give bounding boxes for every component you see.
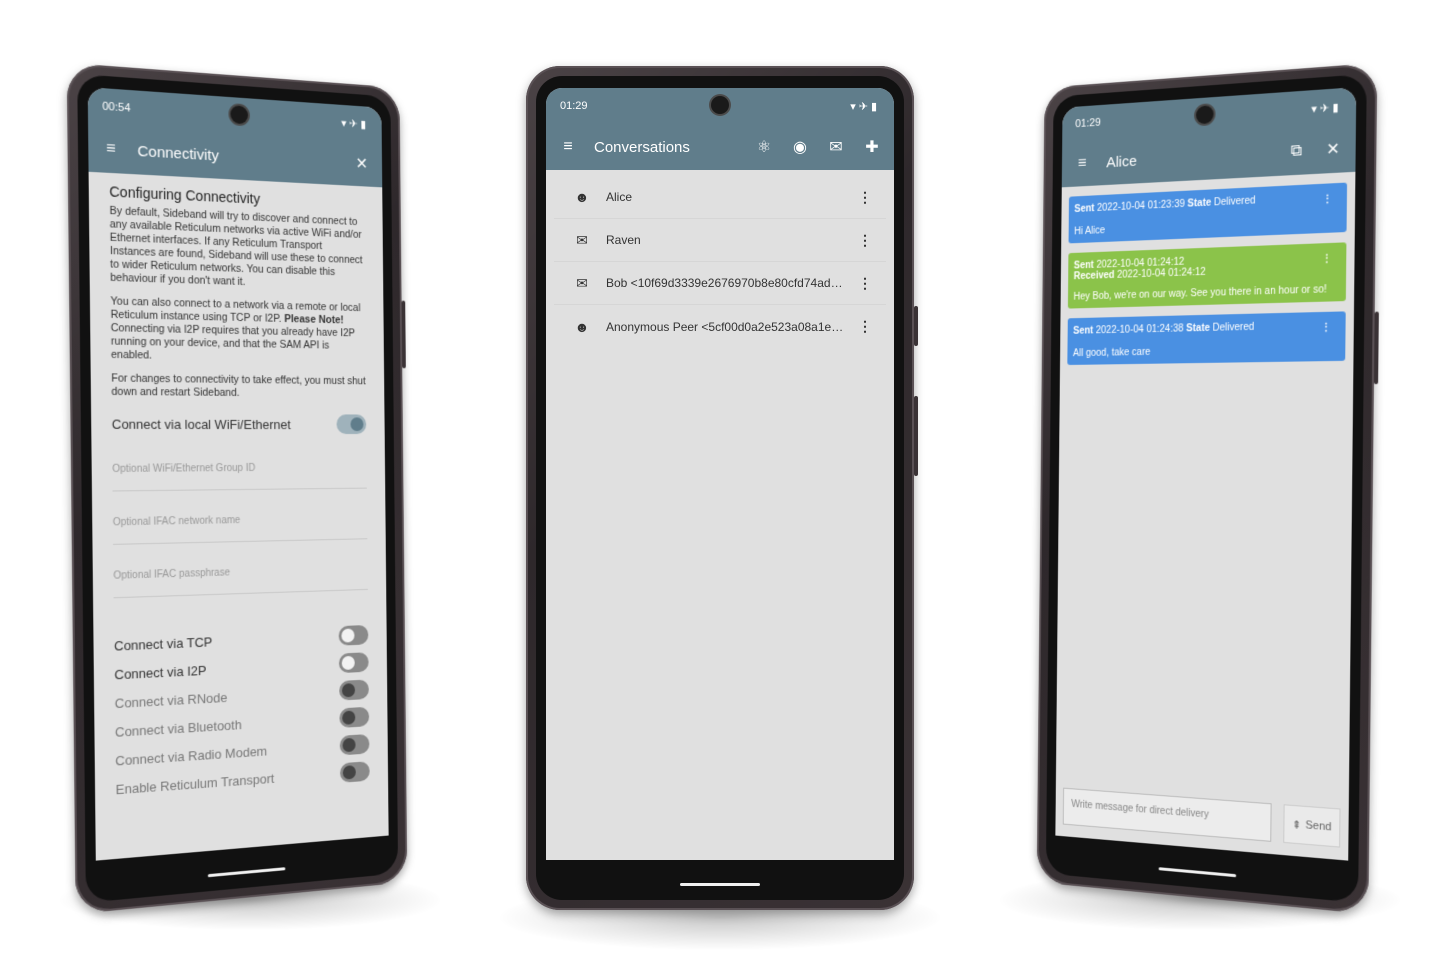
message-bubble-received[interactable]: Sent 2022-10-04 01:24:12 Received 2022-1… [1067,242,1347,309]
message-meta: Sent 2022-10-04 01:23:39 State Delivered [1074,195,1256,215]
transport-toggle[interactable] [339,761,370,783]
phone-middle: 01:29 ▾✈▮ ≡ Conversations ⚛ ◉ ✉ ✚ ☻ Alic… [526,66,918,910]
tcp-toggle-label: Connect via TCP [114,633,213,654]
camera-hole [230,105,249,125]
more-vert-icon[interactable]: ⋮ [858,318,872,335]
intro-paragraph: By default, Sideband will try to discove… [109,204,363,289]
sync-mail-icon[interactable]: ✉ [826,137,846,157]
camera-hole [1195,105,1214,125]
message-body: Hi Alice [1074,225,1106,238]
more-vert-icon[interactable]: ⋮ [858,275,872,292]
hamburger-menu-icon[interactable]: ≡ [558,138,578,156]
hamburger-menu-icon[interactable]: ≡ [101,139,122,159]
conversation-item[interactable]: ✉ Raven ⋮ [554,219,886,262]
group-id-field[interactable]: Optional WiFi/Ethernet Group ID [111,437,367,492]
conversation-name: Anonymous Peer <5cf00d0a2e523a08a1ecaa55… [606,319,844,334]
app-bar: ≡ Conversations ⚛ ◉ ✉ ✚ [546,124,894,170]
connectivity-content: Configuring Connectivity By default, Sid… [89,172,389,818]
phone-right: 01:29 ▾✈▮ ≡ Alice ⧉ ✕ Sent 2022-10-04 01… [1036,62,1379,915]
close-icon[interactable]: ✕ [352,154,371,175]
wifi-bluetooth-battery-icons: ▾✈▮ [341,117,369,131]
modem-toggle[interactable] [339,733,370,756]
message-body: All good, take care [1072,346,1151,360]
i2p-toggle-label: Connect via I2P [114,662,207,682]
unknown-contact-icon: ☻ [574,318,590,335]
close-icon[interactable]: ✕ [1323,138,1344,160]
more-vert-icon[interactable]: ⋮ [1322,253,1332,265]
mail-search-icon: ✉ [576,231,588,248]
conversation-item[interactable]: ☻ Alice ⋮ [554,176,886,219]
conversation-name: Raven [606,233,641,247]
message-meta: Sent 2022-10-04 01:24:38 State Delivered [1073,321,1255,337]
send-button-label: Send [1305,819,1332,834]
wifi-bluetooth-battery-icons: ▾✈▮ [850,100,880,113]
wifi-bluetooth-battery-icons: ▾✈▮ [1311,100,1342,116]
conversation-name: Bob <10f69d3339e2676970b8e80cfd74ad8c> [606,276,844,290]
object-details-icon[interactable]: ⧉ [1286,142,1306,162]
more-vert-icon[interactable]: ⋮ [858,189,872,206]
more-vert-icon[interactable]: ⋮ [858,232,872,249]
wifi-toggle[interactable] [336,414,367,435]
rnode-toggle[interactable] [339,679,369,701]
phone-left: 00:54 ▾✈▮ ≡ Connectivity ✕ Configuring C… [66,62,408,915]
message-list: Sent 2022-10-04 01:23:39 State Delivered… [1060,182,1355,365]
more-vert-icon[interactable]: ⋮ [1321,322,1331,334]
home-indicator[interactable] [1158,867,1237,878]
remote-paragraph: You can also connect to a network via a … [110,295,361,362]
conversation-item[interactable]: ☻ Anonymous Peer <5cf00d0a2e523a08a1ecaa… [554,305,886,348]
mail-icon: ✉ [576,274,588,291]
home-indicator[interactable] [680,883,760,886]
add-contact-icon[interactable]: ✚ [862,137,882,157]
conversation-item[interactable]: ✉ Bob <10f69d3339e2676970b8e80cfd74ad8c>… [554,262,886,305]
bluetooth-toggle[interactable] [339,706,370,729]
transport-toggle-label: Enable Reticulum Transport [115,770,275,797]
wifi-toggle-label: Connect via local WiFi/Ethernet [111,415,291,432]
message-bubble-sent[interactable]: Sent 2022-10-04 01:24:38 State Delivered… [1067,311,1346,365]
page-title: Connectivity [137,142,219,165]
message-input[interactable]: Write message for direct delivery [1062,787,1272,842]
ifac-passphrase-field[interactable]: Optional IFAC passphrase [113,539,368,599]
restart-paragraph: For changes to connectivity to take effe… [111,372,366,399]
more-vert-icon[interactable]: ⋮ [1322,194,1332,206]
broadcast-icon[interactable]: ◉ [790,137,810,157]
message-composer: Write message for direct delivery ⇞ Send [1062,787,1341,848]
conversation-list: ☻ Alice ⋮ ✉ Raven ⋮ ✉ Bob <10f69d3339e26… [546,170,894,354]
modem-toggle-label: Connect via Radio Modem [115,742,268,769]
rnode-toggle-label: Connect via RNode [114,689,228,711]
message-body: Hey Bob, we're on our way. See you there… [1073,284,1327,303]
conversation-name: Alice [606,190,633,204]
camera-hole [711,96,729,114]
bluetooth-toggle-label: Connect via Bluetooth [114,716,242,740]
page-title: Conversations [594,138,690,156]
wifi-toggle-row[interactable]: Connect via local WiFi/Ethernet [112,409,367,438]
status-bar: 01:29 ▾✈▮ [546,88,894,124]
message-bubble-sent[interactable]: Sent 2022-10-04 01:23:39 State Delivered… [1068,182,1348,244]
send-button[interactable]: ⇞ Send [1283,804,1341,848]
status-time: 01:29 [1075,116,1101,131]
network-icon[interactable]: ⚛ [754,137,774,157]
page-title: Alice [1106,152,1137,171]
status-time: 00:54 [102,100,131,115]
home-indicator[interactable] [207,867,286,878]
hamburger-menu-icon[interactable]: ≡ [1073,155,1092,174]
ifac-name-field[interactable]: Optional IFAC network name [112,488,368,545]
send-icon: ⇞ [1291,818,1302,832]
tcp-toggle[interactable] [338,624,369,646]
contact-check-icon: ☻ [574,189,590,205]
status-time: 01:29 [560,100,588,112]
i2p-toggle[interactable] [338,652,369,674]
